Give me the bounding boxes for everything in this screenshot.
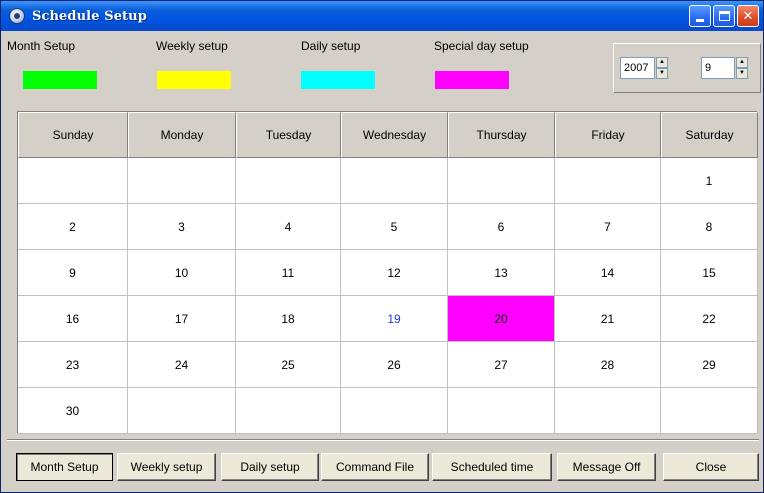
day-cell[interactable]: 26	[341, 342, 448, 388]
legend-special-swatch	[435, 71, 509, 89]
minimize-icon	[696, 18, 704, 22]
day-cell[interactable]: 21	[555, 296, 661, 342]
day-cell[interactable]: 14	[555, 250, 661, 296]
day-cell[interactable]: 29	[661, 342, 758, 388]
day-cell[interactable]: 19	[341, 296, 448, 342]
empty-day-cell	[555, 388, 661, 434]
weekly-setup-button[interactable]: Weekly setup	[117, 453, 216, 481]
calendar-days: 1 2 3 4 5 6 7 8 9 10 11 12 13 14 15 16 17 18 19 20 21 22 23 24 2…	[18, 158, 758, 434]
close-icon: ✕	[742, 8, 754, 24]
weekday-header: Monday	[128, 112, 236, 158]
day-cell[interactable]: 20	[448, 296, 555, 342]
maximize-icon	[718, 11, 730, 21]
legend-weekly-swatch	[157, 71, 231, 89]
legend-daily-label: Daily setup	[301, 39, 361, 53]
day-cell[interactable]: 9	[18, 250, 128, 296]
maximize-button[interactable]	[713, 5, 735, 27]
day-cell[interactable]: 22	[661, 296, 758, 342]
legend-daily: Daily setup	[301, 39, 360, 53]
day-cell[interactable]: 24	[128, 342, 236, 388]
minimize-button[interactable]	[689, 5, 711, 27]
legend-daily-swatch	[301, 71, 375, 89]
day-cell[interactable]: 25	[236, 342, 341, 388]
empty-day-cell	[128, 388, 236, 434]
empty-day-cell	[448, 388, 555, 434]
legend-weekly: Weekly setup	[156, 39, 228, 53]
year-spinner[interactable]: 2007 ▲ ▼	[620, 57, 668, 79]
empty-day-cell	[341, 388, 448, 434]
day-cell[interactable]: 23	[18, 342, 128, 388]
empty-day-cell	[236, 388, 341, 434]
empty-day-cell	[661, 388, 758, 434]
weekday-header: Tuesday	[236, 112, 341, 158]
day-cell[interactable]: 11	[236, 250, 341, 296]
month-field[interactable]: 9	[701, 57, 735, 79]
empty-day-cell	[448, 158, 555, 204]
day-cell[interactable]: 10	[128, 250, 236, 296]
window-title: Schedule Setup	[32, 8, 147, 24]
daily-setup-button[interactable]: Daily setup	[221, 453, 319, 481]
command-file-button[interactable]: Command File	[321, 453, 429, 481]
calendar-grid: Sunday Monday Tuesday Wednesday Thursday…	[17, 111, 758, 434]
month-spin-buttons: ▲ ▼	[736, 57, 748, 79]
title-bar[interactable]: Schedule Setup ✕	[1, 1, 763, 31]
day-cell[interactable]: 6	[448, 204, 555, 250]
weekday-header: Friday	[555, 112, 661, 158]
year-down-icon[interactable]: ▼	[656, 68, 668, 79]
empty-day-cell	[341, 158, 448, 204]
day-cell[interactable]: 16	[18, 296, 128, 342]
week-row: 2345678	[18, 204, 758, 250]
weekday-header-row: Sunday Monday Tuesday Wednesday Thursday…	[18, 112, 758, 158]
day-cell[interactable]: 18	[236, 296, 341, 342]
day-cell[interactable]: 17	[128, 296, 236, 342]
schedule-setup-window: Schedule Setup ✕ Month Setup Weekly setu…	[0, 0, 764, 493]
day-cell[interactable]: 8	[661, 204, 758, 250]
day-cell[interactable]: 1	[661, 158, 758, 204]
day-cell[interactable]: 7	[555, 204, 661, 250]
week-row: 16 17 18 19 20 21 22	[18, 296, 758, 342]
message-off-button[interactable]: Message Off	[557, 453, 656, 481]
weekday-header: Saturday	[661, 112, 758, 158]
close-window-button[interactable]: ✕	[737, 5, 759, 27]
legend-special: Special day setup	[434, 39, 529, 53]
empty-day-cell	[128, 158, 236, 204]
close-button[interactable]: Close	[663, 453, 759, 481]
empty-day-cell	[236, 158, 341, 204]
month-down-icon[interactable]: ▼	[736, 68, 748, 79]
day-cell[interactable]: 3	[128, 204, 236, 250]
day-cell[interactable]: 15	[661, 250, 758, 296]
empty-day-cell	[18, 158, 128, 204]
month-spinner[interactable]: 9 ▲ ▼	[701, 57, 748, 79]
day-cell[interactable]: 13	[448, 250, 555, 296]
app-clock-icon[interactable]	[9, 8, 25, 24]
week-row: 9 10 11 12 13 14 15	[18, 250, 758, 296]
day-cell[interactable]: 28	[555, 342, 661, 388]
month-setup-button[interactable]: Month Setup	[16, 453, 113, 481]
day-cell[interactable]: 2	[18, 204, 128, 250]
day-cell[interactable]: 4	[236, 204, 341, 250]
week-row: 30	[18, 388, 758, 434]
year-field[interactable]: 2007	[620, 57, 655, 79]
window-controls: ✕	[689, 5, 759, 27]
weekday-header: Sunday	[18, 112, 128, 158]
legend-month-swatch	[23, 71, 97, 89]
divider	[7, 439, 759, 441]
weekday-header: Thursday	[448, 112, 555, 158]
day-cell[interactable]: 27	[448, 342, 555, 388]
week-row: 1	[18, 158, 758, 204]
legend-month-label: Month Setup	[7, 39, 76, 53]
day-cell[interactable]: 30	[18, 388, 128, 434]
legend-weekly-label: Weekly setup	[156, 39, 228, 53]
year-spin-buttons: ▲ ▼	[656, 57, 668, 79]
day-cell[interactable]: 12	[341, 250, 448, 296]
empty-day-cell	[555, 158, 661, 204]
legend-month: Month Setup	[7, 39, 75, 53]
year-up-icon[interactable]: ▲	[656, 57, 668, 68]
legend-special-label: Special day setup	[434, 39, 529, 53]
scheduled-time-button[interactable]: Scheduled time	[432, 453, 552, 481]
weekday-header: Wednesday	[341, 112, 448, 158]
week-row: 23 24 25 26 27 28 29	[18, 342, 758, 388]
day-cell[interactable]: 5	[341, 204, 448, 250]
month-up-icon[interactable]: ▲	[736, 57, 748, 68]
